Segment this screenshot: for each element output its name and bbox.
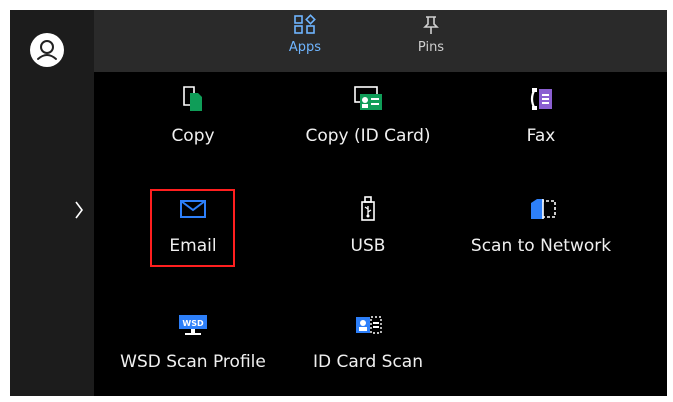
wsd-icon: WSD [179, 315, 207, 335]
expand-sidebar-button[interactable] [68, 196, 90, 224]
id-card-copy-icon [354, 86, 382, 110]
app-label: Copy (ID Card) [305, 126, 431, 146]
app-tile-copy[interactable]: Copy [118, 84, 268, 164]
top-tab-bar [94, 10, 667, 72]
tab-pins[interactable]: Pins [398, 14, 464, 70]
scan-to-network-icon [531, 199, 556, 219]
copy-icon [183, 86, 202, 111]
app-label: ID Card Scan [312, 352, 423, 372]
app-tile-scan-to-network[interactable]: Scan to Network [466, 194, 616, 274]
email-highlight-box [150, 189, 235, 267]
app-label: WSD Scan Profile [120, 352, 266, 372]
tab-apps-label: Apps [288, 40, 322, 55]
usb-icon [361, 196, 375, 221]
id-card-scan-icon [356, 316, 382, 334]
app-label: Copy [171, 126, 215, 146]
app-tile-fax[interactable]: Fax [466, 84, 616, 164]
app-tile-id-card-scan[interactable]: ID Card Scan [293, 310, 443, 390]
app-tile-copy-id-card[interactable]: Copy (ID Card) [293, 84, 443, 164]
svg-text:WSD: WSD [182, 319, 204, 328]
tab-apps[interactable]: Apps [272, 14, 338, 70]
app-tile-wsd-scan-profile[interactable]: WSD WSD Scan Profile [118, 310, 268, 390]
app-tile-usb[interactable]: USB [293, 194, 443, 274]
user-button[interactable] [30, 33, 64, 67]
screen: Apps Pins Copy Copy (ID Card) Fax Email … [0, 0, 673, 402]
app-label: USB [350, 236, 386, 256]
app-label: Scan to Network [470, 236, 612, 256]
grid-apps-icon [294, 14, 316, 34]
tab-pins-label: Pins [417, 40, 445, 55]
user-icon [31, 34, 63, 66]
chevron-right-icon [75, 201, 83, 219]
app-label: Fax [526, 126, 556, 146]
pin-icon [423, 16, 439, 34]
fax-icon [530, 88, 552, 110]
